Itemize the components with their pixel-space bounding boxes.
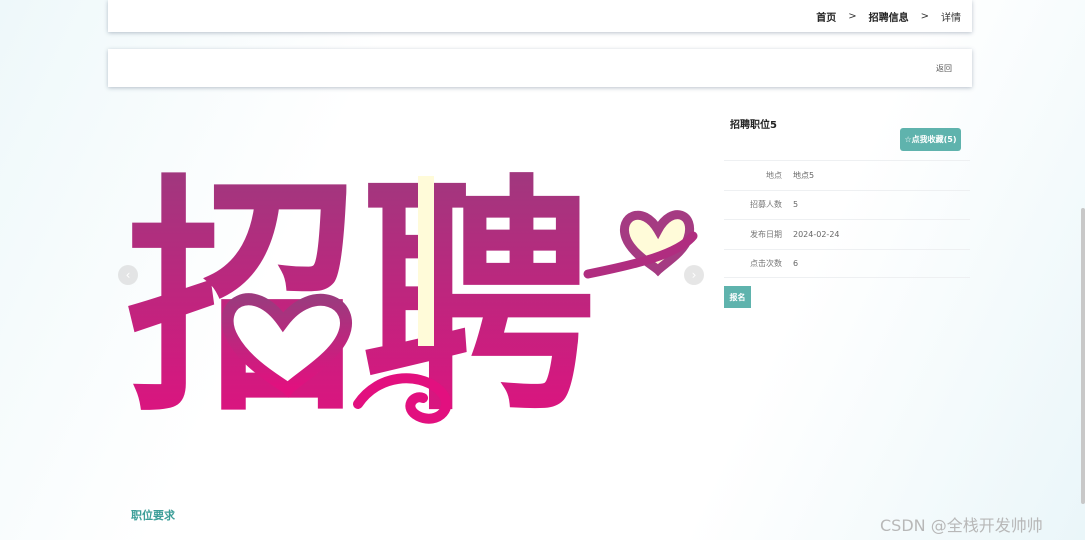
job-title: 招聘职位5: [730, 120, 777, 131]
detail-label: 招募人数: [750, 200, 782, 210]
detail-value: 2024-02-24: [793, 229, 840, 239]
carousel-next-button[interactable]: ›: [684, 265, 704, 285]
detail-row-location: 地点 地点5: [724, 160, 970, 190]
carousel-prev-button[interactable]: ‹: [118, 265, 138, 285]
scrollbar[interactable]: [1081, 208, 1085, 504]
image-carousel: 招聘 ‹ ›: [118, 104, 708, 464]
breadcrumb-separator: >: [920, 10, 929, 22]
chevron-right-icon: ›: [691, 268, 697, 282]
detail-value: 5: [793, 200, 799, 210]
breadcrumb: 首页 > 招聘信息 > 详情: [108, 0, 972, 32]
detail-label: 点击次数: [750, 258, 782, 268]
breadcrumb-separator: >: [848, 10, 857, 22]
job-details-table: 地点 地点5 招募人数 5 发布日期 2024-02-24 点击次数 6: [724, 160, 970, 278]
banner-stripe: [418, 176, 434, 346]
detail-value: 地点5: [793, 170, 815, 180]
breadcrumb-current: 详情: [941, 12, 961, 24]
back-link[interactable]: 返回: [936, 63, 952, 74]
detail-label: 地点: [766, 170, 782, 180]
recruitment-banner-image: 招聘: [126, 154, 698, 445]
watermark: CSDN @全栈开发帅帅: [880, 516, 1043, 535]
back-bar: 返回: [108, 49, 972, 87]
apply-button[interactable]: 报名: [724, 286, 751, 308]
favorite-button[interactable]: ☆点我收藏(5): [900, 128, 961, 151]
breadcrumb-section[interactable]: 招聘信息: [869, 9, 909, 24]
chevron-left-icon: ‹: [125, 268, 131, 282]
breadcrumb-home[interactable]: 首页: [816, 9, 836, 24]
section-heading: 职位要求: [131, 509, 175, 522]
detail-label: 发布日期: [750, 229, 782, 239]
detail-row-clicks: 点击次数 6: [724, 248, 970, 278]
detail-row-headcount: 招募人数 5: [724, 189, 970, 220]
detail-row-publish-date: 发布日期 2024-02-24: [724, 219, 970, 249]
detail-value: 6: [793, 258, 799, 268]
